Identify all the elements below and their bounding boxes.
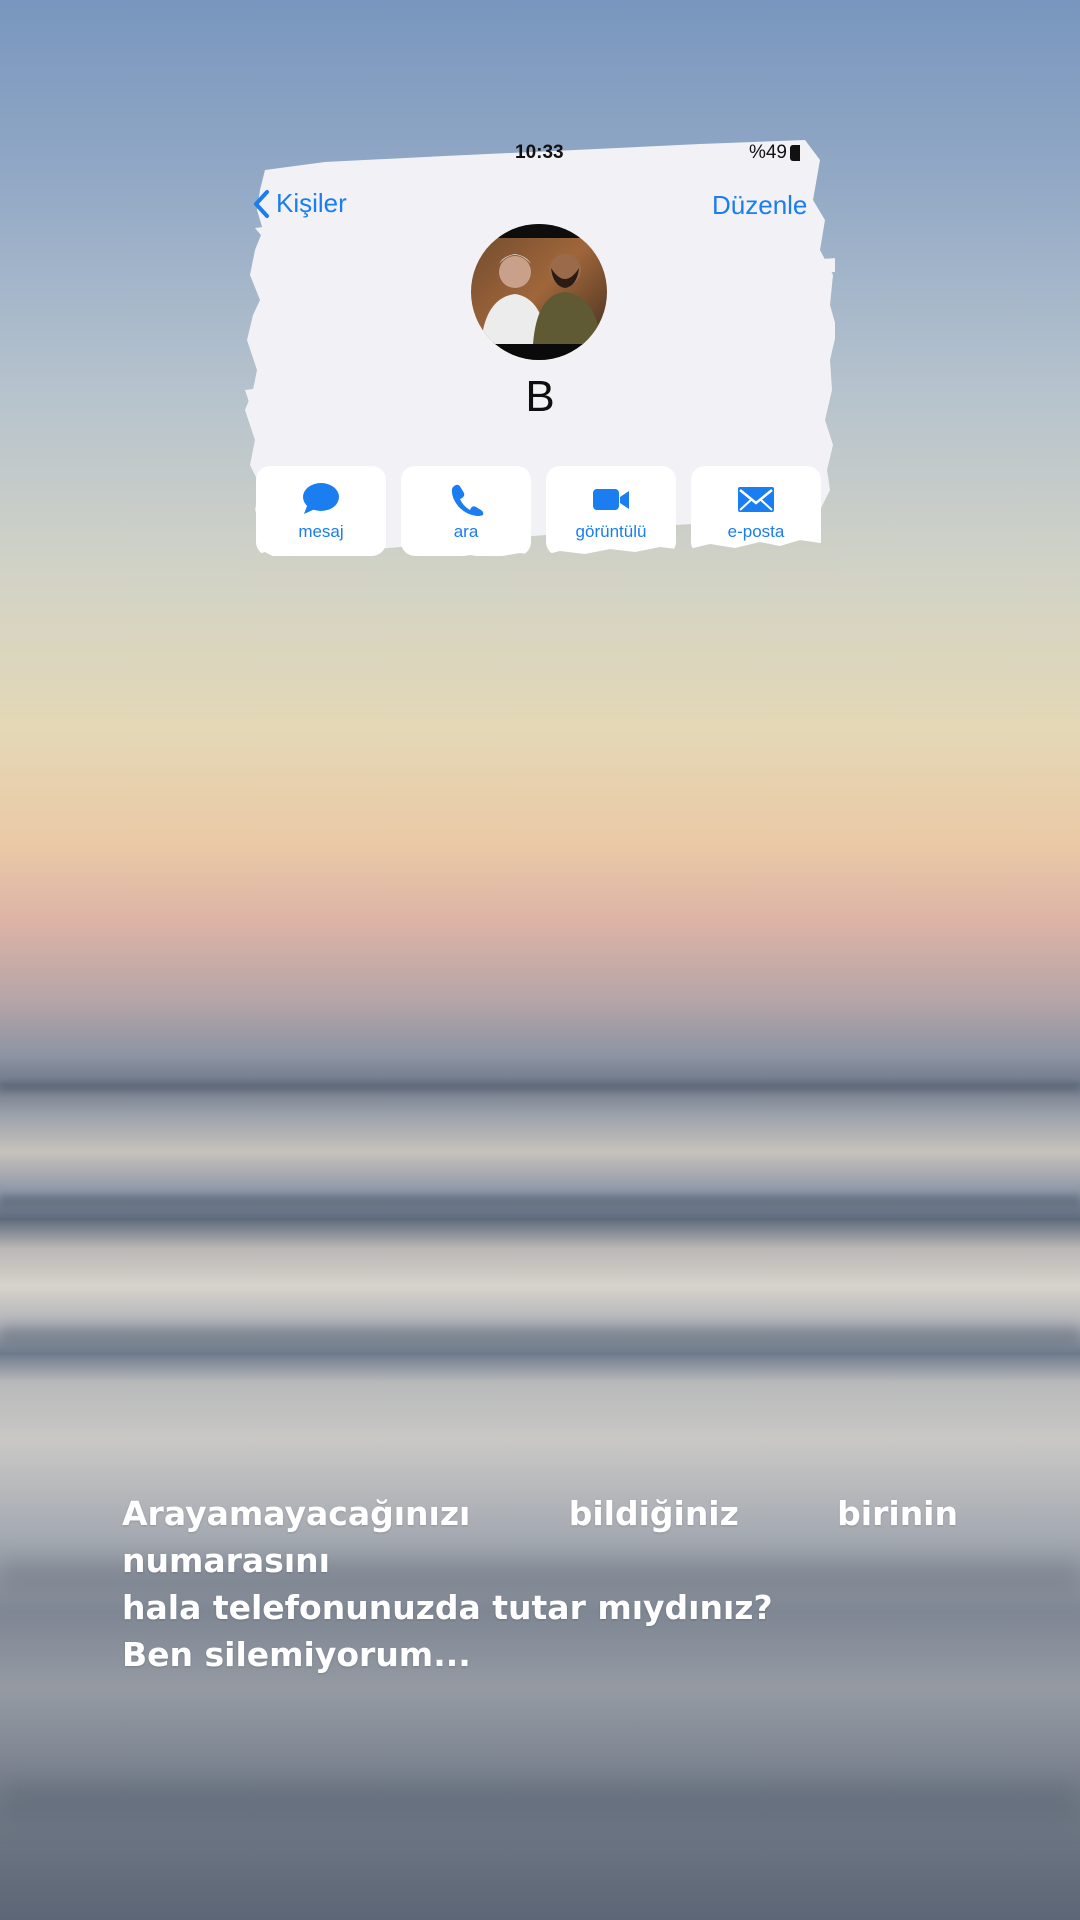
sea-streak [0, 1082, 1080, 1092]
phone-icon [451, 484, 484, 516]
battery-indicator: %49 [749, 142, 800, 164]
sea-streak [0, 1325, 1080, 1345]
caption: Arayamayacağınızı bildiğiniz birinin num… [122, 1490, 958, 1678]
status-time: 10:33 [515, 142, 564, 163]
back-button[interactable]: Kişiler [252, 188, 347, 219]
envelope-icon [738, 487, 774, 512]
video-camera-icon [593, 489, 629, 510]
chevron-left-icon [254, 189, 269, 218]
edit-button[interactable]: Düzenle [712, 190, 807, 221]
contact-name: B [525, 372, 555, 421]
message-bubble-icon [303, 483, 339, 514]
caption-line-2: hala telefonunuzda tutar mıydınız? [122, 1588, 773, 1627]
caption-line-1: Arayamayacağınızı bildiğiniz birinin num… [122, 1494, 958, 1580]
battery-percentage: %49 [748, 142, 787, 163]
caption-line-3: Ben silemiyorum... [122, 1635, 471, 1674]
sea-streak [0, 1780, 1080, 1820]
avatar[interactable] [471, 224, 607, 360]
brush-edge-mask [240, 538, 840, 588]
contact-photo [471, 224, 607, 360]
back-label: Kişiler [276, 188, 347, 218]
status-bar: 10:33 %49 [245, 142, 810, 168]
sea-streak [0, 1195, 1080, 1207]
battery-icon [790, 145, 800, 161]
